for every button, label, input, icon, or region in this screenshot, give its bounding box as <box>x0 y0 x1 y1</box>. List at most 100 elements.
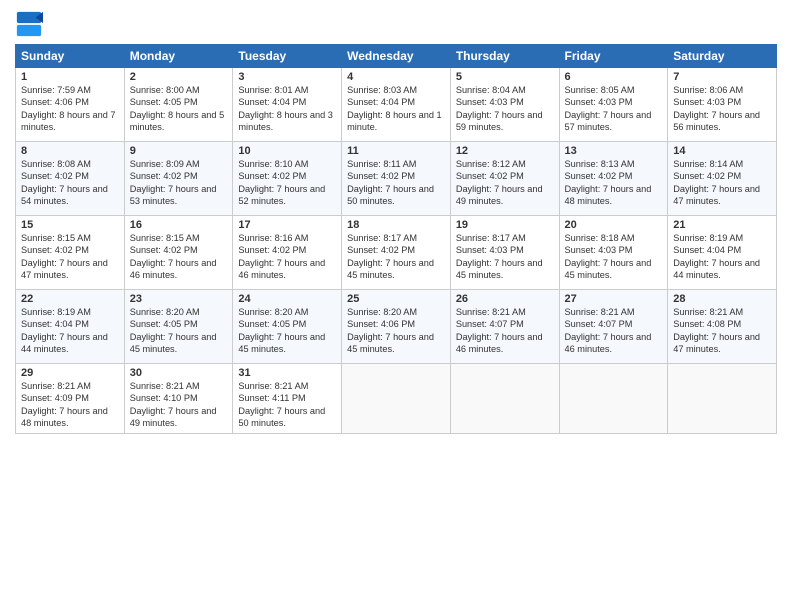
calendar-cell: 4Sunrise: 8:03 AMSunset: 4:04 PMDaylight… <box>342 68 451 142</box>
day-info: Sunrise: 8:17 AMSunset: 4:03 PMDaylight:… <box>456 232 554 282</box>
calendar-cell: 14Sunrise: 8:14 AMSunset: 4:02 PMDayligh… <box>668 142 777 216</box>
day-info: Sunrise: 8:21 AMSunset: 4:07 PMDaylight:… <box>565 306 663 356</box>
day-number: 8 <box>21 145 119 157</box>
calendar-cell <box>559 364 668 434</box>
day-info: Sunrise: 8:19 AMSunset: 4:04 PMDaylight:… <box>21 306 119 356</box>
calendar-cell: 21Sunrise: 8:19 AMSunset: 4:04 PMDayligh… <box>668 216 777 290</box>
calendar-cell: 29Sunrise: 8:21 AMSunset: 4:09 PMDayligh… <box>16 364 125 434</box>
day-info: Sunrise: 8:18 AMSunset: 4:03 PMDaylight:… <box>565 232 663 282</box>
day-number: 29 <box>21 367 119 379</box>
week-row-2: 8Sunrise: 8:08 AMSunset: 4:02 PMDaylight… <box>16 142 777 216</box>
calendar-cell: 16Sunrise: 8:15 AMSunset: 4:02 PMDayligh… <box>124 216 233 290</box>
calendar-cell <box>342 364 451 434</box>
calendar-cell: 11Sunrise: 8:11 AMSunset: 4:02 PMDayligh… <box>342 142 451 216</box>
calendar-cell: 23Sunrise: 8:20 AMSunset: 4:05 PMDayligh… <box>124 290 233 364</box>
calendar-cell: 26Sunrise: 8:21 AMSunset: 4:07 PMDayligh… <box>450 290 559 364</box>
day-number: 7 <box>673 71 771 83</box>
header <box>15 10 777 38</box>
day-number: 22 <box>21 293 119 305</box>
calendar-cell <box>668 364 777 434</box>
day-number: 10 <box>238 145 336 157</box>
logo <box>15 10 45 38</box>
day-number: 3 <box>238 71 336 83</box>
day-number: 23 <box>130 293 228 305</box>
day-info: Sunrise: 8:08 AMSunset: 4:02 PMDaylight:… <box>21 158 119 208</box>
day-number: 31 <box>238 367 336 379</box>
calendar-cell: 6Sunrise: 8:05 AMSunset: 4:03 PMDaylight… <box>559 68 668 142</box>
day-info: Sunrise: 8:00 AMSunset: 4:05 PMDaylight:… <box>130 84 228 134</box>
day-number: 13 <box>565 145 663 157</box>
day-info: Sunrise: 8:17 AMSunset: 4:02 PMDaylight:… <box>347 232 445 282</box>
day-number: 24 <box>238 293 336 305</box>
day-number: 1 <box>21 71 119 83</box>
col-header-thursday: Thursday <box>450 45 559 68</box>
day-number: 19 <box>456 219 554 231</box>
day-number: 2 <box>130 71 228 83</box>
calendar-cell <box>450 364 559 434</box>
calendar-cell: 3Sunrise: 8:01 AMSunset: 4:04 PMDaylight… <box>233 68 342 142</box>
day-number: 11 <box>347 145 445 157</box>
day-info: Sunrise: 8:21 AMSunset: 4:08 PMDaylight:… <box>673 306 771 356</box>
day-info: Sunrise: 8:04 AMSunset: 4:03 PMDaylight:… <box>456 84 554 134</box>
day-number: 4 <box>347 71 445 83</box>
calendar-cell: 13Sunrise: 8:13 AMSunset: 4:02 PMDayligh… <box>559 142 668 216</box>
day-info: Sunrise: 8:16 AMSunset: 4:02 PMDaylight:… <box>238 232 336 282</box>
calendar-cell: 10Sunrise: 8:10 AMSunset: 4:02 PMDayligh… <box>233 142 342 216</box>
calendar-cell: 17Sunrise: 8:16 AMSunset: 4:02 PMDayligh… <box>233 216 342 290</box>
week-row-1: 1Sunrise: 7:59 AMSunset: 4:06 PMDaylight… <box>16 68 777 142</box>
day-number: 12 <box>456 145 554 157</box>
calendar-cell: 20Sunrise: 8:18 AMSunset: 4:03 PMDayligh… <box>559 216 668 290</box>
col-header-saturday: Saturday <box>668 45 777 68</box>
day-info: Sunrise: 8:13 AMSunset: 4:02 PMDaylight:… <box>565 158 663 208</box>
day-info: Sunrise: 8:06 AMSunset: 4:03 PMDaylight:… <box>673 84 771 134</box>
day-number: 27 <box>565 293 663 305</box>
day-info: Sunrise: 8:19 AMSunset: 4:04 PMDaylight:… <box>673 232 771 282</box>
calendar-table: SundayMondayTuesdayWednesdayThursdayFrid… <box>15 44 777 434</box>
calendar-cell: 25Sunrise: 8:20 AMSunset: 4:06 PMDayligh… <box>342 290 451 364</box>
day-info: Sunrise: 8:20 AMSunset: 4:06 PMDaylight:… <box>347 306 445 356</box>
day-number: 21 <box>673 219 771 231</box>
day-info: Sunrise: 8:14 AMSunset: 4:02 PMDaylight:… <box>673 158 771 208</box>
day-info: Sunrise: 7:59 AMSunset: 4:06 PMDaylight:… <box>21 84 119 134</box>
col-header-tuesday: Tuesday <box>233 45 342 68</box>
day-info: Sunrise: 8:03 AMSunset: 4:04 PMDaylight:… <box>347 84 445 134</box>
calendar-cell: 22Sunrise: 8:19 AMSunset: 4:04 PMDayligh… <box>16 290 125 364</box>
calendar-cell: 5Sunrise: 8:04 AMSunset: 4:03 PMDaylight… <box>450 68 559 142</box>
col-header-wednesday: Wednesday <box>342 45 451 68</box>
calendar-cell: 9Sunrise: 8:09 AMSunset: 4:02 PMDaylight… <box>124 142 233 216</box>
day-number: 5 <box>456 71 554 83</box>
day-number: 28 <box>673 293 771 305</box>
col-header-monday: Monday <box>124 45 233 68</box>
page: SundayMondayTuesdayWednesdayThursdayFrid… <box>0 0 792 612</box>
day-info: Sunrise: 8:20 AMSunset: 4:05 PMDaylight:… <box>130 306 228 356</box>
day-number: 9 <box>130 145 228 157</box>
week-row-5: 29Sunrise: 8:21 AMSunset: 4:09 PMDayligh… <box>16 364 777 434</box>
calendar-cell: 12Sunrise: 8:12 AMSunset: 4:02 PMDayligh… <box>450 142 559 216</box>
day-number: 16 <box>130 219 228 231</box>
week-row-3: 15 Sunrise: 8:15 AMSunset: 4:02 PMDayligh… <box>16 216 777 290</box>
day-number: 30 <box>130 367 228 379</box>
calendar-cell: 24Sunrise: 8:20 AMSunset: 4:05 PMDayligh… <box>233 290 342 364</box>
day-info: Sunrise: 8:10 AMSunset: 4:02 PMDaylight:… <box>238 158 336 208</box>
day-number: 18 <box>347 219 445 231</box>
day-info: Sunrise: 8:21 AMSunset: 4:07 PMDaylight:… <box>456 306 554 356</box>
day-number: 26 <box>456 293 554 305</box>
calendar-cell: 15Sunrise: 8:15 AMSunset: 4:02 PMDayligh… <box>16 216 125 290</box>
day-number: 17 <box>238 219 336 231</box>
week-row-4: 22Sunrise: 8:19 AMSunset: 4:04 PMDayligh… <box>16 290 777 364</box>
day-info: Sunrise: 8:15 AMSunset: 4:02 PMDaylight:… <box>130 232 228 282</box>
calendar-cell: 18Sunrise: 8:17 AMSunset: 4:02 PMDayligh… <box>342 216 451 290</box>
day-info: Sunrise: 8:21 AMSunset: 4:11 PMDaylight:… <box>238 380 336 430</box>
calendar-cell: 1Sunrise: 7:59 AMSunset: 4:06 PMDaylight… <box>16 68 125 142</box>
calendar-cell: 7Sunrise: 8:06 AMSunset: 4:03 PMDaylight… <box>668 68 777 142</box>
day-number: 6 <box>565 71 663 83</box>
day-number: 14 <box>673 145 771 157</box>
day-number: 15 <box>21 219 119 231</box>
col-header-friday: Friday <box>559 45 668 68</box>
calendar-cell: 28Sunrise: 8:21 AMSunset: 4:08 PMDayligh… <box>668 290 777 364</box>
calendar-cell: 2Sunrise: 8:00 AMSunset: 4:05 PMDaylight… <box>124 68 233 142</box>
calendar-cell: 19Sunrise: 8:17 AMSunset: 4:03 PMDayligh… <box>450 216 559 290</box>
day-info: Sunrise: 8:11 AMSunset: 4:02 PMDaylight:… <box>347 158 445 208</box>
calendar-cell: 31Sunrise: 8:21 AMSunset: 4:11 PMDayligh… <box>233 364 342 434</box>
day-info: Sunrise: 8:12 AMSunset: 4:02 PMDaylight:… <box>456 158 554 208</box>
